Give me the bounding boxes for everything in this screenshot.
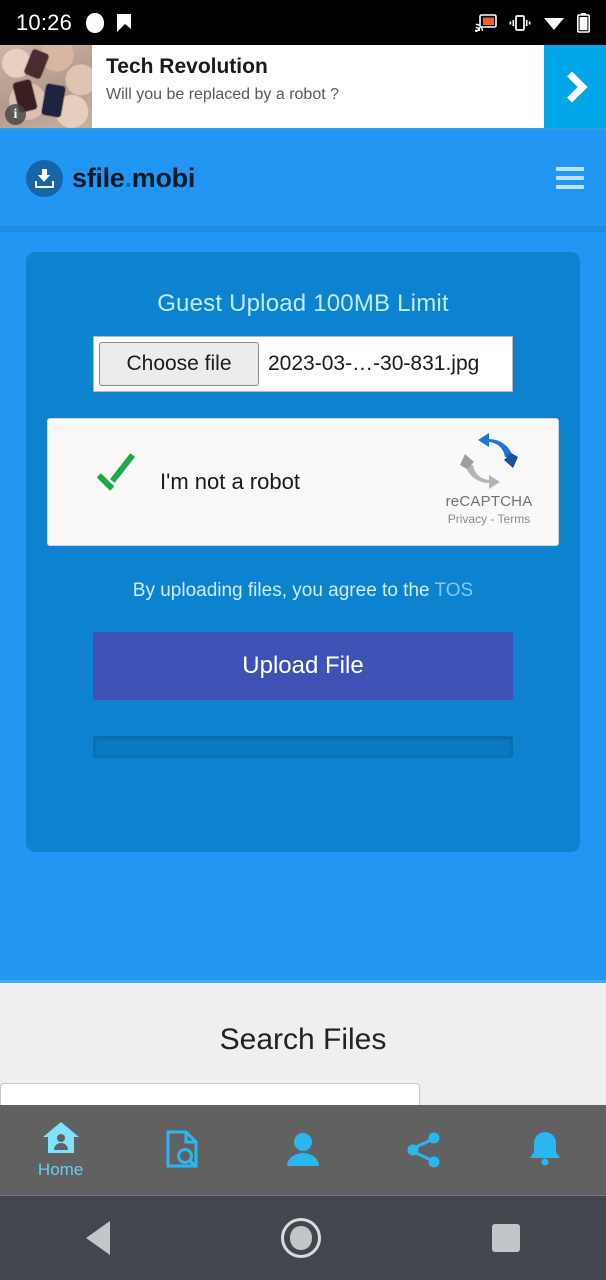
file-picker[interactable]: Choose file 2023-03-…-30-831.jpg xyxy=(93,336,513,392)
nav-item-share[interactable] xyxy=(364,1105,485,1195)
nav-label-home: Home xyxy=(37,1160,84,1179)
recaptcha-privacy-terms[interactable]: Privacy - Terms xyxy=(434,512,544,526)
recents-square-icon[interactable] xyxy=(492,1224,521,1252)
upload-card-title: Guest Upload 100MB Limit xyxy=(157,290,449,317)
tos-notice: By uploading files, you agree to the TOS xyxy=(46,580,560,602)
ad-thumbnail: i xyxy=(0,45,92,128)
upload-progress-bar xyxy=(93,736,513,758)
nav-item-home[interactable]: Home xyxy=(0,1105,121,1195)
recaptcha-brand-name: reCAPTCHA xyxy=(445,493,533,510)
site-logo[interactable]: sfile.mobi xyxy=(26,159,195,197)
recaptcha-logo-icon xyxy=(458,433,520,489)
logo-dot: . xyxy=(124,162,133,193)
vibrate-icon xyxy=(509,14,531,31)
recaptcha-label: I'm not a robot xyxy=(160,469,300,494)
ad-cta-button[interactable] xyxy=(544,45,606,128)
status-bar-left-icons xyxy=(86,12,133,33)
home-person-icon xyxy=(42,1122,79,1153)
bottom-app-nav: Home xyxy=(0,1105,606,1195)
recaptcha-branding: reCAPTCHA Privacy - Terms xyxy=(434,433,544,526)
bell-icon xyxy=(530,1132,561,1166)
site-header: sfile.mobi xyxy=(0,130,606,226)
ad-info-icon[interactable]: i xyxy=(5,104,26,125)
share-icon xyxy=(407,1132,440,1168)
nav-item-file-search[interactable] xyxy=(121,1105,242,1195)
status-bar-clock: 10:26 xyxy=(16,9,73,35)
selected-file-name: 2023-03-…-30-831.jpg xyxy=(268,352,480,375)
logo-name: sfile xyxy=(72,162,125,193)
tos-link[interactable]: TOS xyxy=(435,580,474,601)
recaptcha-checkmark-icon[interactable] xyxy=(92,459,138,505)
status-bar-right-icons xyxy=(475,12,590,33)
download-icon xyxy=(26,159,63,197)
phone-screen: 10:26 i Tech Revolution Will you be repl… xyxy=(0,0,606,1280)
android-system-nav xyxy=(0,1195,606,1280)
search-section: Search Files xyxy=(0,980,606,1129)
recaptcha-widget[interactable]: I'm not a robot reCAPTCHA Privacy - Term… xyxy=(47,418,559,546)
upload-card: Guest Upload 100MB Limit Choose file 202… xyxy=(26,252,580,852)
hamburger-menu-icon[interactable] xyxy=(556,167,584,189)
choose-file-button[interactable]: Choose file xyxy=(99,342,259,386)
battery-icon xyxy=(577,12,590,33)
nav-item-account[interactable] xyxy=(242,1105,363,1195)
tos-text: By uploading files, you agree to the xyxy=(132,580,435,601)
status-bar: 10:26 xyxy=(0,0,606,45)
check-flag-icon xyxy=(117,13,132,32)
search-files-title: Search Files xyxy=(219,1023,387,1056)
ad-title: Tech Revolution xyxy=(106,55,268,78)
ad-banner[interactable]: i Tech Revolution Will you be replaced b… xyxy=(0,45,606,130)
upload-file-button[interactable]: Upload File xyxy=(93,632,513,700)
logo-text: sfile.mobi xyxy=(72,163,195,194)
record-dot-icon xyxy=(86,12,105,33)
chevron-right-icon xyxy=(556,70,588,103)
ad-text: Tech Revolution Will you be replaced by … xyxy=(92,45,544,128)
page-body: Guest Upload 100MB Limit Choose file 202… xyxy=(0,232,606,980)
back-triangle-icon[interactable] xyxy=(85,1221,110,1255)
ad-subtitle: Will you be replaced by a robot ? xyxy=(106,85,340,103)
person-icon xyxy=(287,1133,319,1166)
wifi-icon xyxy=(544,18,564,30)
nav-item-notifications[interactable] xyxy=(485,1105,606,1195)
logo-tld: mobi xyxy=(131,162,196,193)
home-circle-icon[interactable] xyxy=(280,1218,321,1258)
file-search-icon xyxy=(166,1130,198,1169)
cast-icon xyxy=(475,13,497,32)
